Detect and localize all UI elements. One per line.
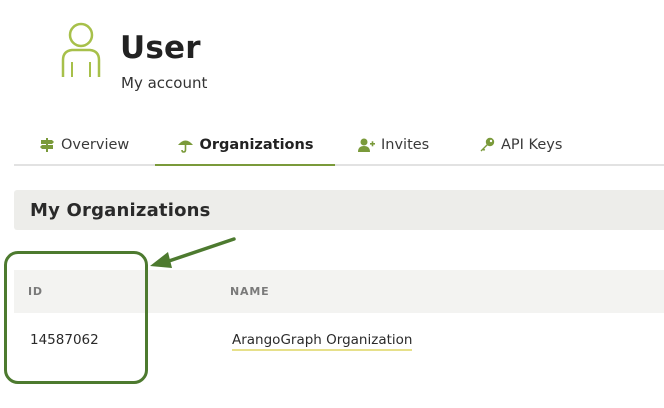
tab-api-keys[interactable]: API Keys xyxy=(478,126,562,164)
page-header: User My account xyxy=(0,0,664,100)
tab-organizations-label: Organizations xyxy=(199,137,314,153)
annotation-arrow xyxy=(150,237,236,268)
section-header: My Organizations xyxy=(14,190,664,230)
org-name-link[interactable]: ArangoGraph Organization xyxy=(232,332,413,351)
tab-organizations[interactable]: Organizations xyxy=(155,126,335,166)
tab-api-keys-label: API Keys xyxy=(501,137,563,153)
user-plus-icon xyxy=(358,137,375,153)
tab-invites-label: Invites xyxy=(381,137,430,153)
tab-bar: Overview Organizations Invites API Keys xyxy=(14,126,664,166)
tab-invites[interactable]: Invites xyxy=(358,126,429,164)
tab-overview-label: Overview xyxy=(61,137,130,153)
page-subtitle: My account xyxy=(121,74,208,92)
umbrella-icon xyxy=(177,137,194,153)
annotation-highlight-box xyxy=(4,251,148,384)
page-title: User xyxy=(120,30,201,66)
signpost-icon xyxy=(38,137,55,153)
column-header-name: NAME xyxy=(230,285,270,298)
section-title: My Organizations xyxy=(30,200,211,221)
tab-overview[interactable]: Overview xyxy=(38,126,129,164)
user-icon xyxy=(61,22,101,77)
key-icon xyxy=(478,137,495,153)
